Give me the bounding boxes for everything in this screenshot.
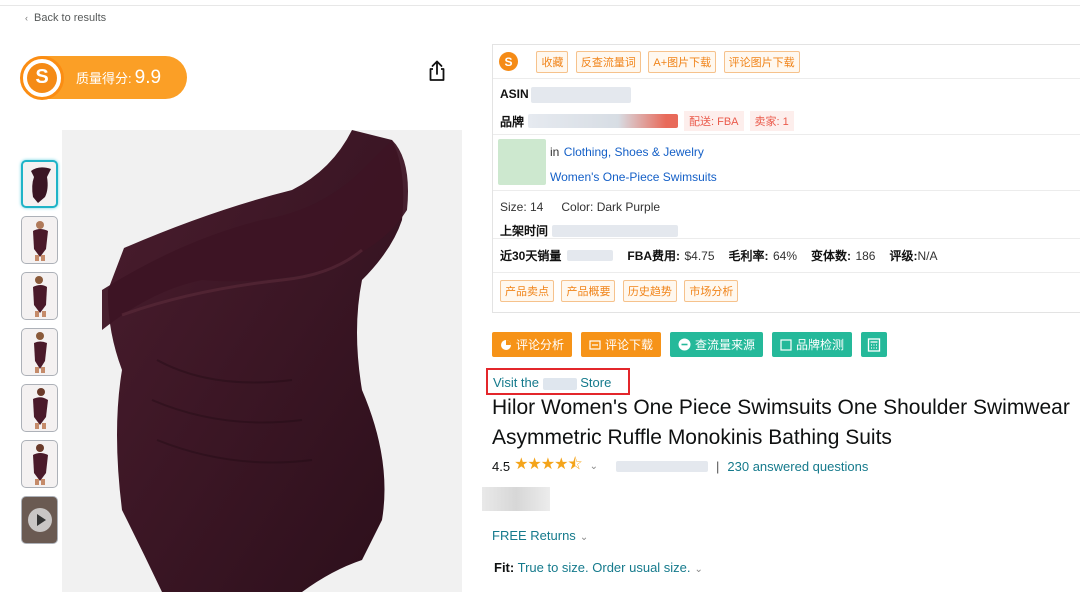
listed-date-blurred — [552, 224, 679, 237]
category-link-2[interactable]: Women's One-Piece Swimsuits — [550, 170, 717, 184]
review-download-button[interactable]: 评论下载 — [581, 332, 662, 357]
answered-questions-link[interactable]: 230 answered questions — [727, 459, 868, 474]
thumbnail-video[interactable] — [21, 496, 58, 544]
delivery-badge: 配送: FBA — [684, 111, 744, 131]
grade-value: N/A — [917, 248, 938, 263]
category-prefix: in — [550, 145, 560, 159]
fit-value-link[interactable]: True to size. Order usual size. — [518, 560, 691, 575]
chevron-down-icon: ⌄ — [579, 532, 589, 543]
tab-history[interactable]: 历史趋势 — [622, 280, 677, 302]
back-label: Back to results — [34, 12, 107, 24]
tab-overview[interactable]: 产品概要 — [561, 280, 616, 302]
product-title: Hilor Women's One Piece Swimsuits One Sh… — [492, 396, 1070, 449]
price-blurred — [482, 487, 550, 511]
sales-label: 近30天销量 — [500, 249, 562, 263]
tab-selling-points[interactable]: 产品卖点 — [500, 280, 554, 302]
calculator-icon — [867, 337, 881, 352]
margin-value: 64% — [772, 248, 797, 263]
brand-value-blurred — [528, 114, 679, 128]
traffic-icon — [678, 338, 691, 351]
fit-info: Fit: True to size. Order usual size. ⌄ — [494, 560, 703, 575]
pie-chart-icon — [501, 339, 511, 350]
tool-reverse-keywords[interactable]: 反查流量词 — [575, 51, 641, 73]
plugin-logo-icon: S — [499, 52, 518, 72]
fit-label: Fit: — [494, 560, 515, 575]
play-icon — [27, 508, 52, 532]
download-icon — [589, 339, 601, 350]
share-icon[interactable] — [424, 58, 450, 84]
thumbnail-5[interactable] — [21, 384, 58, 432]
thumbnail-3[interactable] — [21, 272, 58, 320]
sales-value-blurred — [567, 250, 614, 261]
main-product-image[interactable] — [62, 130, 462, 592]
rating-separator: | — [716, 459, 720, 474]
asin-value-blurred — [531, 87, 631, 103]
listed-date-label: 上架时间 — [500, 224, 549, 238]
score-value: 9.9 — [134, 66, 162, 88]
brand-check-button[interactable]: 品牌检测 — [772, 332, 853, 357]
color-value: Color: Dark Purple — [561, 200, 661, 214]
grade-label: 评级: — [889, 248, 918, 263]
fba-fee-value: $4.75 — [684, 248, 715, 263]
tool-aplus-download[interactable]: A+图片下载 — [648, 51, 717, 73]
sellers-badge: 卖家: 1 — [749, 111, 794, 131]
tab-market[interactable]: 市场分析 — [684, 280, 739, 302]
review-analysis-button[interactable]: 评论分析 — [492, 332, 573, 357]
thumbnail-strip — [21, 160, 58, 552]
brand-label: 品牌 — [500, 114, 525, 129]
store-name-blurred — [542, 377, 577, 390]
checkbox-icon — [780, 338, 792, 351]
ratings-count-blurred — [616, 461, 708, 472]
thumbnail-1[interactable] — [21, 160, 58, 208]
back-to-results-link[interactable]: ‹ Back to results — [25, 12, 106, 24]
chevron-down-icon[interactable]: ⌄ — [590, 461, 598, 472]
quality-score-badge: S 质量得分: 9.9 — [20, 55, 187, 100]
tool-review-images[interactable]: 评论图片下载 — [723, 51, 800, 73]
tool-favorite[interactable]: 收藏 — [536, 51, 569, 73]
chevron-down-icon[interactable]: ⌄ — [695, 564, 703, 575]
size-value: Size: 14 — [500, 200, 544, 214]
visit-store-link[interactable]: Visit the Store — [493, 375, 611, 390]
calculator-button[interactable] — [861, 332, 888, 357]
traffic-source-button[interactable]: 查流量来源 — [670, 332, 764, 357]
thumbnail-2[interactable] — [21, 216, 58, 264]
variants-label: 变体数: — [811, 248, 851, 263]
rating-value: 4.5 — [492, 459, 511, 474]
variants-value: 186 — [855, 248, 876, 263]
margin-label: 毛利率: — [728, 248, 769, 263]
rating-row: 4.5 ★★★★⯪ ⌄ | 230 answered questions — [492, 453, 868, 480]
free-returns-link[interactable]: FREE Returns ⌄ — [492, 528, 588, 543]
thumbnail-4[interactable] — [21, 328, 58, 376]
top-divider — [0, 5, 1080, 6]
chevron-left-icon: ‹ — [25, 13, 28, 23]
category-link-1[interactable]: Clothing, Shoes & Jewelry — [564, 145, 704, 159]
score-label: 质量得分: — [76, 71, 132, 86]
brand-logo-icon: S — [20, 55, 64, 100]
fba-fee-label: FBA费用: — [627, 248, 681, 263]
star-rating-icon[interactable]: ★★★★⯪ — [514, 453, 583, 480]
category-thumbnail — [498, 139, 546, 185]
thumbnail-6[interactable] — [21, 440, 58, 488]
plugin-info-panel: S 收藏 反查流量词 A+图片下载 评论图片下载 ASIN 品牌 配送: FBA… — [492, 44, 1080, 313]
action-button-bar: 评论分析 评论下载 查流量来源 品牌检测 — [492, 332, 888, 357]
visit-store-highlight: Visit the Store — [486, 368, 630, 395]
